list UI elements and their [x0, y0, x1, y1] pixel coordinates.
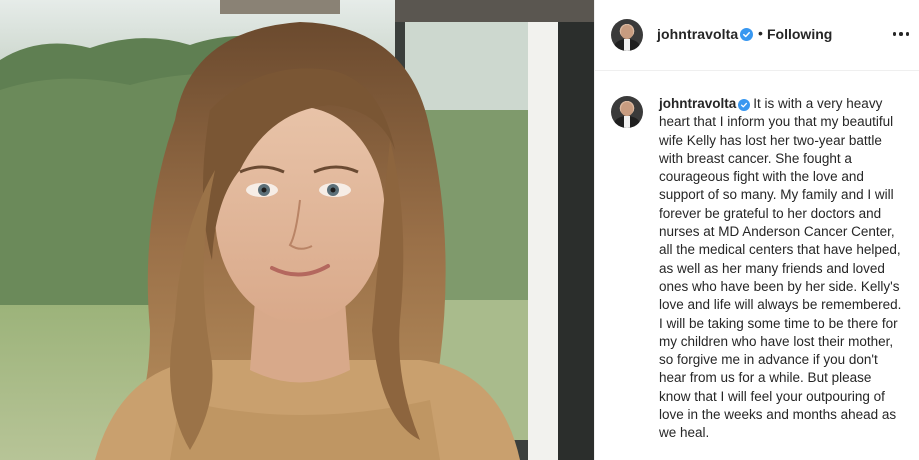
following-button[interactable]: Following [767, 26, 832, 42]
post-photo[interactable] [0, 0, 594, 460]
separator-dot: • [758, 25, 763, 41]
caption-body: It is with a very heavy heart that I inf… [659, 96, 902, 441]
post-header: johntravolta • Following [595, 0, 919, 71]
post-side-panel: johntravolta • Following johntravolta It … [594, 0, 919, 460]
more-options-icon[interactable] [891, 26, 911, 42]
portrait-image [0, 0, 594, 460]
header-username[interactable]: johntravolta [657, 26, 738, 42]
verified-badge-icon [740, 28, 753, 41]
verified-badge-icon [738, 99, 751, 111]
caption-username[interactable]: johntravolta [659, 96, 736, 111]
avatar[interactable] [611, 19, 643, 51]
caption-avatar[interactable] [611, 96, 643, 128]
caption-text: johntravolta It is with a very heavy hear… [659, 95, 905, 443]
caption-section: johntravolta It is with a very heavy hear… [595, 72, 919, 460]
